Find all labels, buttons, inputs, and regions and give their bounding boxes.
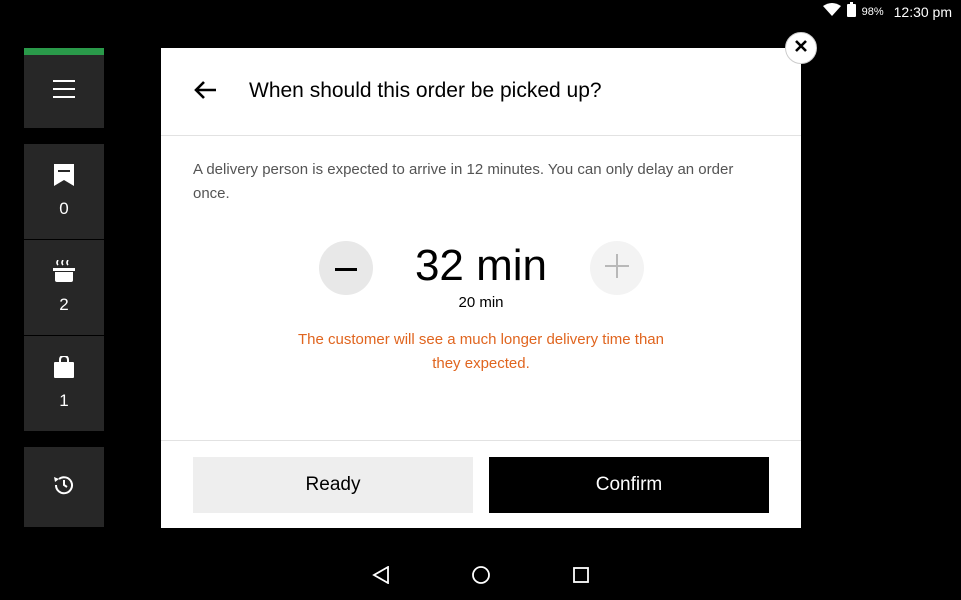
recents-square-icon [572, 566, 590, 589]
sidebar-item-count: 1 [59, 391, 69, 410]
battery-icon [846, 2, 856, 22]
nav-recents-button[interactable] [570, 566, 592, 588]
nav-home-button[interactable] [470, 565, 492, 590]
current-time-value: 20 min [458, 294, 504, 311]
system-nav-bar [0, 552, 961, 600]
increase-button[interactable] [590, 241, 644, 295]
warning-message: The customer will see a much longer deli… [298, 331, 664, 372]
confirm-button[interactable]: Confirm [489, 457, 769, 513]
dialog-footer: Ready Confirm [161, 440, 801, 528]
close-button[interactable] [785, 32, 817, 64]
plus-icon [605, 253, 629, 283]
battery-percent: 98% [861, 6, 884, 18]
clock: 12:30 pm [893, 4, 952, 20]
delay-value: 32 min [414, 241, 548, 290]
sidebar-item-in-progress[interactable]: 2 [24, 240, 104, 336]
back-button[interactable] [193, 80, 217, 104]
pickup-time-dialog: When should this order be picked up? A d… [161, 48, 801, 528]
sidebar-item-count: 0 [59, 199, 69, 218]
receipt-icon [54, 164, 74, 191]
delay-stepper: 32 min [161, 238, 801, 298]
sidebar-item-count: 2 [59, 295, 69, 314]
hamburger-menu-icon [53, 80, 75, 103]
dialog-description: A delivery person is expected to arrive … [193, 161, 734, 202]
cooking-pot-icon [53, 259, 75, 287]
dialog-title: When should this order be picked up? [249, 79, 602, 102]
bag-icon [54, 354, 74, 383]
history-button[interactable] [24, 447, 104, 527]
home-circle-icon [471, 565, 491, 590]
sidebar-item-new-orders[interactable]: 0 [24, 144, 104, 240]
wifi-icon [822, 2, 841, 22]
ready-button[interactable]: Ready [193, 457, 473, 513]
history-icon [53, 474, 75, 501]
status-bar: 98% 12:30 pm [822, 0, 961, 24]
sidebar-item-ready[interactable]: 1 [24, 336, 104, 431]
back-triangle-icon [372, 564, 390, 589]
nav-back-button[interactable] [370, 564, 392, 589]
arrow-left-icon [193, 80, 217, 105]
sidebar: 0 2 1 [24, 48, 104, 527]
order-status-group: 0 2 1 [24, 144, 104, 431]
close-icon [795, 39, 807, 57]
menu-button[interactable] [24, 48, 104, 128]
